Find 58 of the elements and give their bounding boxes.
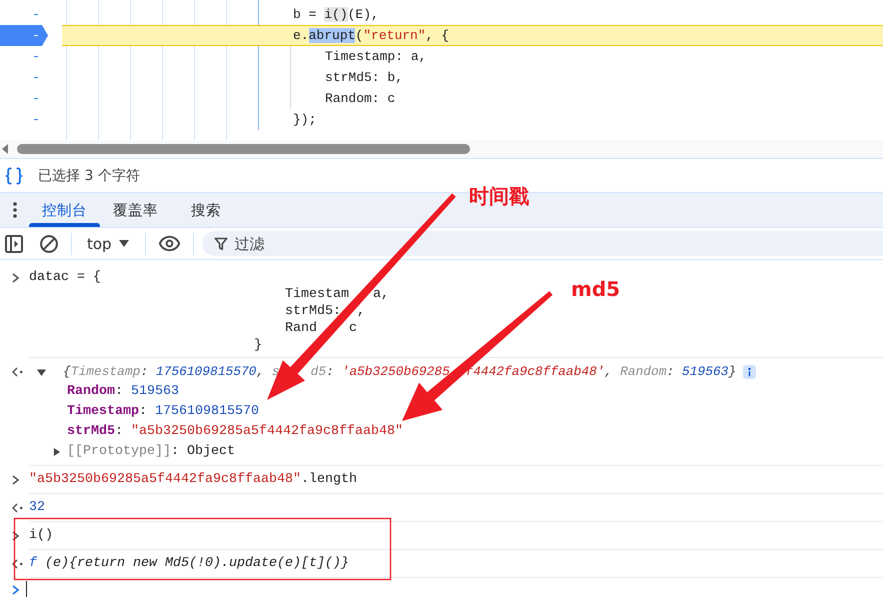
text-cursor: [26, 581, 27, 597]
prompt-chevron-icon: [12, 272, 19, 282]
disclosure-triangle-icon[interactable]: [53, 448, 61, 456]
annotation-label: md5: [571, 277, 620, 301]
gutter-dash: -: [32, 90, 40, 108]
command-text: Rand: [285, 321, 317, 336]
object-preview[interactable]: d5: 'a5b3250b69285: [310, 362, 450, 382]
command-text: }: [254, 337, 262, 354]
result-arrow-icon: [12, 559, 23, 569]
filter-icon: [214, 236, 228, 250]
filter-field[interactable]: 过滤: [202, 231, 883, 256]
panel-tab[interactable]: 搜索: [171, 193, 241, 227]
gutter-dash: -: [32, 48, 40, 66]
clear-console-icon[interactable]: [40, 234, 58, 252]
command-text: a,: [372, 287, 389, 302]
object-property: Random: 519563: [67, 383, 179, 401]
pretty-print-icon[interactable]: [4, 166, 24, 186]
more-menu-icon[interactable]: [12, 202, 16, 218]
scrollbar-thumb[interactable]: [17, 144, 470, 154]
result-text: 32: [29, 499, 45, 517]
result-arrow-icon: [12, 367, 23, 377]
context-dropdown[interactable]: top: [87, 234, 129, 252]
object-preview[interactable]: f4442fa9c8ffaab48', Random: 519563}: [465, 362, 736, 382]
annotation-label: 时间戳: [469, 184, 529, 208]
caret-icon: [118, 240, 129, 247]
command-text: strMd5:: [285, 304, 341, 319]
command-text: "a5b3250b69285a5f4442fa9c8ffaab48".length: [29, 471, 357, 489]
command-text: i(): [29, 527, 53, 545]
info-icon[interactable]: [743, 365, 756, 379]
object-property: Timestamp: 1756109815570: [67, 403, 259, 421]
horizontal-scrollbar[interactable]: [0, 140, 883, 159]
gutter-dash: -: [32, 69, 40, 87]
command-text: Timestam: [285, 287, 349, 302]
panel-tab[interactable]: 控制台: [29, 193, 100, 227]
code-line: });: [293, 110, 316, 128]
code-line: b = i()(E),: [293, 6, 379, 24]
command-text: ,: [356, 304, 365, 319]
gutter-dash: -: [32, 6, 40, 24]
result-text: f (e){return new Md5(!0).update(e)[t]()}: [29, 555, 349, 573]
code-line: Timestamp: a,: [325, 48, 426, 66]
code-line: strMd5: b,: [325, 68, 404, 86]
command-text: datac = {: [29, 269, 101, 286]
gutter-dash: -: [32, 111, 40, 129]
scroll-left-icon[interactable]: [2, 144, 8, 154]
object-property: strMd5: "a5b3250b69285a5f4442fa9c8ffaab48": [67, 423, 403, 441]
object-preview[interactable]: {Timestamp: 1756109815570, s: [63, 362, 280, 382]
prompt-chevron-icon: [12, 531, 19, 541]
prompt-chevron-icon: [12, 475, 19, 485]
sidebar-toggle-icon[interactable]: [5, 234, 23, 252]
result-arrow-icon: [12, 503, 23, 513]
prototype-property[interactable]: [[Prototype]]: Object: [67, 442, 235, 462]
disclosure-triangle-icon[interactable]: [37, 368, 46, 376]
prompt-chevron-icon: [12, 584, 19, 594]
selection-status: 已选择 3 个字符: [38, 166, 140, 184]
command-text: c: [348, 321, 357, 336]
code-line: Random: c: [325, 90, 396, 108]
code-line: e.abrupt("return", {: [293, 26, 450, 44]
panel-tab[interactable]: 覆盖率: [100, 193, 171, 227]
